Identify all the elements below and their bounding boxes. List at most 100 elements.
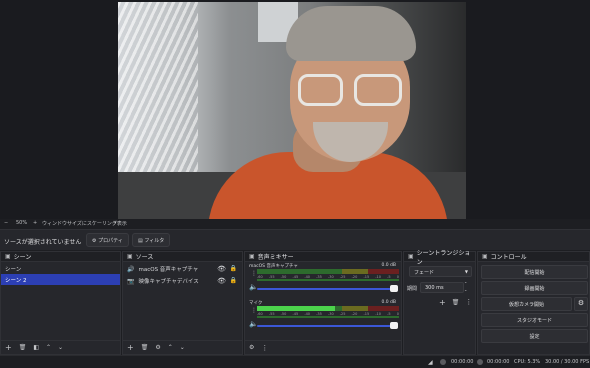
sources-toolbar: + 🗑 ⚙ ⌃ ⌄ [123, 340, 242, 354]
cpu-usage: CPU: 5.3% [514, 359, 541, 365]
sources-dock: ▣ ソース 🔊 macOS 音声キャプチャ 👁 🔒 📷 映像キャプチャデバイス … [122, 251, 243, 355]
start-virtual-camera-button[interactable]: 仮想カメラ開始 [481, 297, 572, 311]
properties-label: プロパティ [98, 238, 123, 244]
dock-icon: ▣ [408, 253, 414, 260]
source-label: 映像キャプチャデバイス [138, 279, 199, 285]
virtual-camera-settings-gear-icon[interactable]: ⚙ [574, 297, 588, 311]
volume-meter [257, 306, 399, 311]
person-glasses-right [354, 74, 402, 106]
move-up-icon[interactable]: ⌃ [168, 344, 173, 351]
person-glasses-left [298, 74, 343, 106]
filter-icon: ▤ [138, 238, 143, 244]
scene-item-selected[interactable]: シーン 2 [1, 274, 120, 285]
advanced-audio-icon[interactable]: ⚙ [249, 344, 254, 351]
speaker-icon: 🔊 [127, 265, 135, 273]
eye-icon[interactable]: 👁 [217, 277, 226, 285]
controls-title-bar: ▣ コントロール [478, 252, 589, 262]
add-scene-button[interactable]: + [5, 343, 12, 352]
settings-button[interactable]: 設定 [481, 329, 588, 343]
scenes-toolbar: + 🗑 ◧ ⌃ ⌄ [1, 340, 120, 354]
duration-stepper[interactable]: ⌃ ⌄ [464, 281, 467, 293]
move-up-icon[interactable]: ⌃ [46, 344, 51, 351]
source-item[interactable]: 📷 映像キャプチャデバイス 👁 🔒 [123, 275, 242, 287]
volume-meter-secondary [257, 279, 399, 281]
preview-canvas[interactable] [118, 2, 466, 219]
dock-icon: ▣ [127, 253, 133, 260]
zoom-in-button[interactable]: + [33, 220, 37, 226]
record-status-icon [477, 359, 483, 365]
meter-fill [257, 306, 336, 311]
add-transition-button[interactable]: + [439, 298, 446, 307]
mixer-channel: macOS 音声キャプチャ 0.0 dB ⋮ -60 -55 -50 -45 -40 -3… [248, 263, 399, 299]
volume-slider[interactable] [257, 288, 397, 290]
stream-signal-icon: ◢ [428, 359, 433, 366]
duration-label: 期間 [407, 286, 418, 292]
start-streaming-button[interactable]: 配信開始 [481, 265, 588, 279]
dock-icon: ▣ [249, 253, 255, 260]
volume-slider-handle[interactable] [390, 322, 398, 329]
transitions-title-bar: ▣ シーントランジション [404, 250, 475, 266]
start-recording-button[interactable]: 録画開始 [481, 281, 588, 295]
kebab-menu-icon[interactable]: ⋮ [465, 298, 472, 307]
context-bar: ソースが選択されていません ⚙ プロパティ ▤ フィルタ [0, 229, 590, 250]
filter-icon[interactable]: ◧ [33, 344, 39, 351]
no-source-label: ソースが選択されていません [4, 239, 82, 246]
camera-icon: 📷 [127, 277, 135, 285]
chevron-down-icon[interactable]: ▾ [114, 220, 117, 226]
add-source-button[interactable]: + [127, 343, 134, 352]
channel-db: 0.0 dB [381, 300, 396, 305]
channel-db: 0.0 dB [381, 263, 396, 268]
dock-icon: ▣ [5, 253, 11, 260]
volume-slider-handle[interactable] [390, 285, 398, 292]
mixer-title: 音声ミキサー [257, 254, 294, 261]
scenes-title-bar: ▣ シーン [1, 252, 120, 262]
kebab-menu-icon[interactable]: ⋮ [261, 344, 268, 352]
source-label: macOS 音声キャプチャ [138, 267, 199, 273]
preview-area [0, 0, 590, 219]
filters-button[interactable]: ▤ フィルタ [132, 233, 171, 247]
scenes-title: シーン [13, 254, 32, 261]
zoom-value: 50% [16, 220, 28, 226]
volume-slider[interactable] [257, 325, 397, 327]
fps-readout: 30.00 / 30.00 FPS [545, 359, 590, 365]
gear-icon[interactable]: ⚙ [155, 344, 160, 351]
audio-mixer-dock: ▣ 音声ミキサー macOS 音声キャプチャ 0.0 dB ⋮ -60 -55 -5… [244, 251, 402, 355]
transition-select[interactable]: フェード ▼ [409, 266, 472, 277]
filters-label: フィルタ [144, 238, 165, 244]
duration-value: 300 ms [425, 285, 444, 291]
trash-icon[interactable]: 🗑 [452, 299, 460, 307]
scene-transitions-dock: ▣ シーントランジション フェード ▼ 期間 300 ms ⌃ ⌄ + 🗑 ⋮ [403, 250, 476, 355]
trash-icon[interactable]: 🗑 [19, 344, 27, 351]
mixer-channel: マイク 0.0 dB ⋮ -60 -55 -50 -45 -40 -35 -30 -25 -20… [248, 300, 399, 336]
person-hair [286, 6, 416, 61]
mixer-title-bar: ▣ 音声ミキサー [245, 252, 401, 262]
duration-field[interactable]: 300 ms [420, 282, 464, 293]
record-time: 00:00:00 [487, 359, 510, 365]
stream-status-icon [440, 359, 446, 365]
controls-title: コントロール [490, 254, 527, 261]
gear-icon: ⚙ [92, 238, 97, 244]
sources-title-bar: ▣ ソース [123, 252, 242, 262]
scene-item[interactable]: シーン [1, 263, 120, 274]
lock-icon[interactable]: 🔒 [230, 265, 237, 272]
sources-title: ソース [135, 254, 154, 261]
trash-icon[interactable]: 🗑 [141, 344, 149, 351]
dock-icon: ▣ [482, 253, 488, 260]
move-down-icon[interactable]: ⌄ [180, 344, 185, 351]
transitions-title: シーントランジション [416, 249, 471, 266]
stream-time: 00:00:00 [451, 359, 474, 365]
volume-meter-secondary [257, 316, 399, 318]
eye-icon[interactable]: 👁 [217, 265, 226, 273]
transition-value: フェード [414, 270, 435, 276]
lock-icon[interactable]: 🔒 [230, 277, 237, 284]
volume-meter [257, 269, 399, 274]
move-down-icon[interactable]: ⌄ [58, 344, 63, 351]
scenes-dock: ▣ シーン シーン シーン 2 + 🗑 ◧ ⌃ ⌄ [0, 251, 121, 355]
zoom-out-button[interactable]: − [4, 220, 8, 226]
properties-button[interactable]: ⚙ プロパティ [86, 233, 129, 247]
source-item[interactable]: 🔊 macOS 音声キャプチャ 👁 🔒 [123, 263, 242, 275]
controls-dock: ▣ コントロール 配信開始 録画開始 仮想カメラ開始 ⚙ スタジオモード 設定 [477, 251, 590, 355]
studio-mode-button[interactable]: スタジオモード [481, 313, 588, 327]
status-bar: ◢ 00:00:00 00:00:00 CPU: 5.3% 30.00 / 30… [0, 355, 590, 368]
zoom-bar: − 50% + ウィンドウサイズにスケーリング表示 ▾ [0, 219, 590, 229]
